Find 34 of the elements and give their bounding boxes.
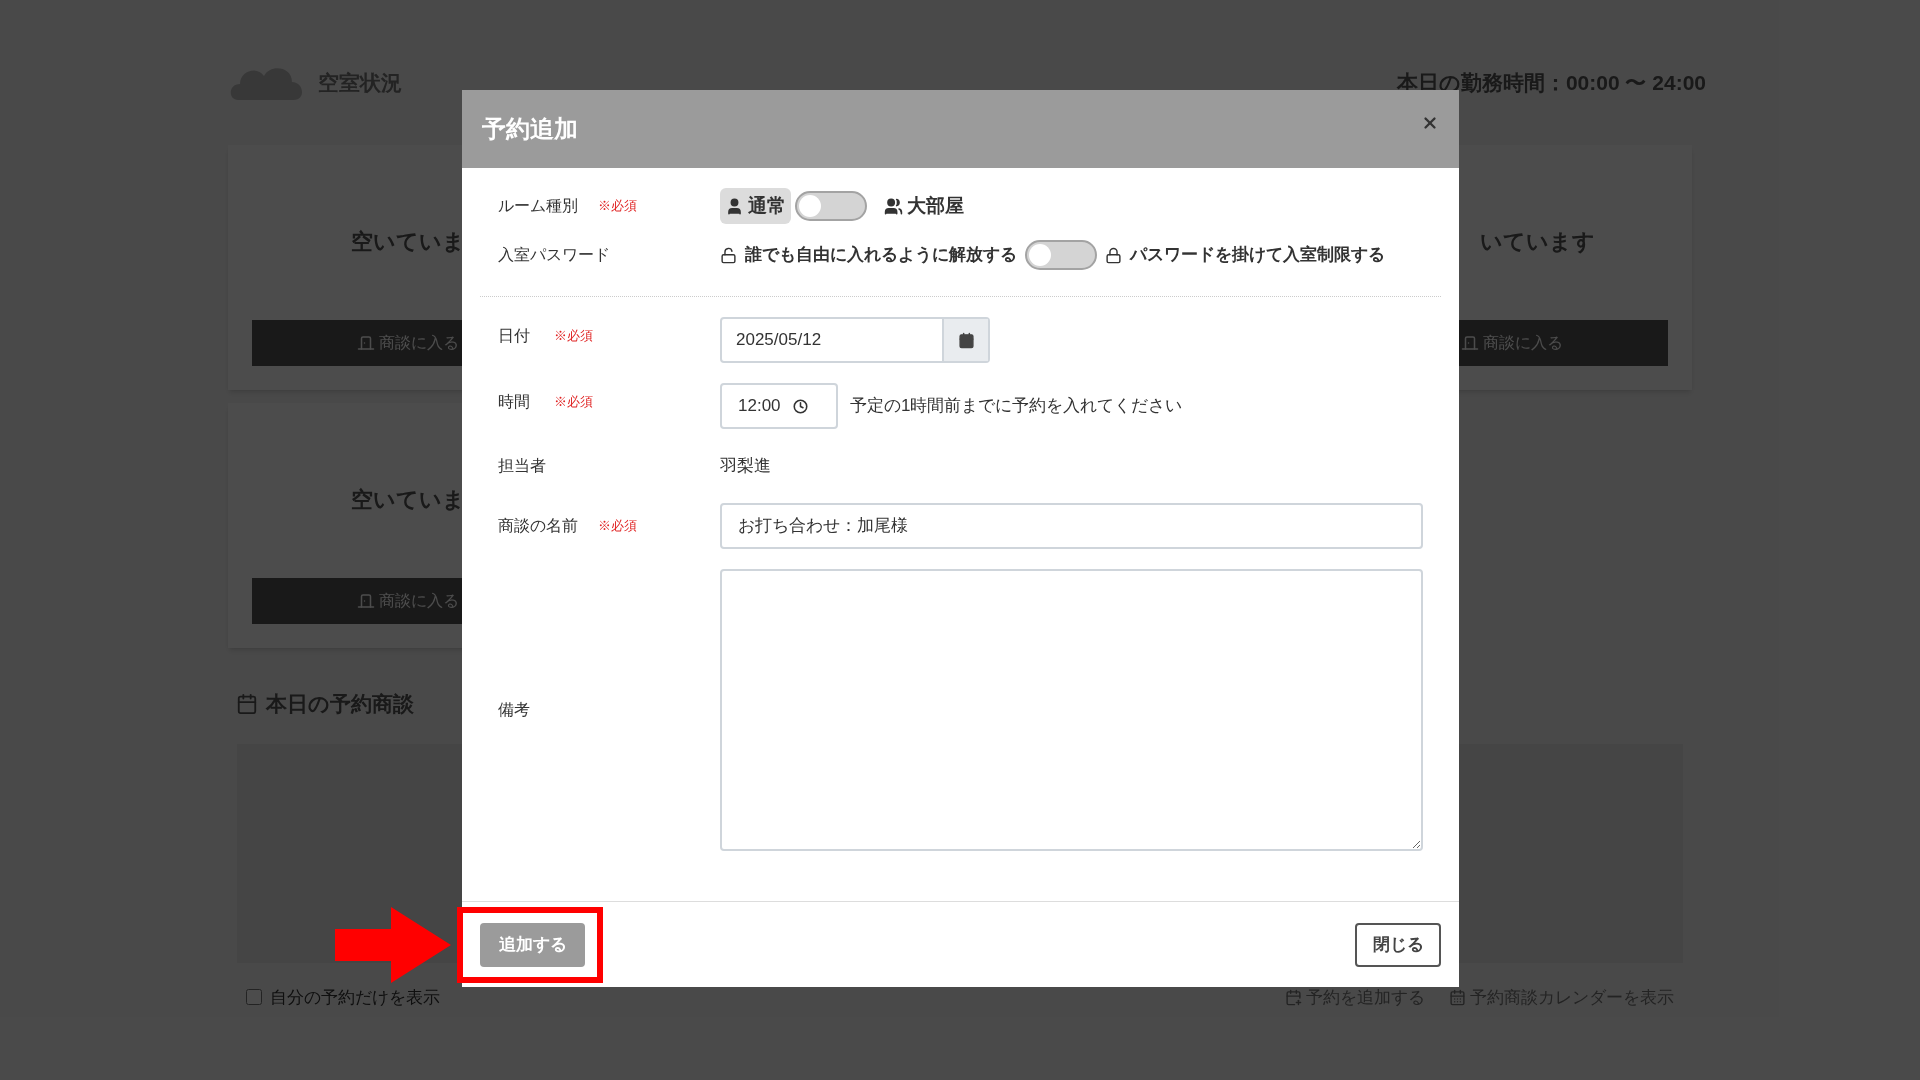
required-label: ※必須 bbox=[598, 517, 637, 536]
field-label: 時間 bbox=[498, 392, 530, 412]
field-label: 担当者 bbox=[498, 457, 546, 474]
person-name: 羽梨進 bbox=[720, 455, 771, 478]
field-label: 日付 bbox=[498, 326, 530, 346]
field-label: 商談の名前 bbox=[498, 516, 578, 536]
clock-icon bbox=[792, 398, 808, 414]
close-button[interactable]: 閉じる bbox=[1355, 922, 1441, 967]
calendar-button[interactable] bbox=[942, 319, 988, 361]
field-label: 入室パスワード bbox=[498, 246, 610, 263]
unlock-icon bbox=[720, 246, 737, 264]
notes-field[interactable] bbox=[720, 569, 1423, 851]
people-icon bbox=[884, 196, 903, 216]
restricted-access-label: パスワードを掛けて入室制限する bbox=[1130, 244, 1385, 267]
toggle-switch[interactable] bbox=[1025, 240, 1097, 270]
required-label: ※必須 bbox=[554, 393, 593, 412]
field-label: ルーム種別 bbox=[498, 196, 578, 216]
time-hint: 予定の1時間前までに予約を入れてください bbox=[850, 395, 1183, 418]
calendar-icon bbox=[957, 331, 975, 349]
room-type-option[interactable]: 大部屋 bbox=[879, 187, 969, 225]
open-access-label: 誰でも自由に入れるように解放する bbox=[745, 244, 1017, 267]
close-icon[interactable] bbox=[1421, 114, 1439, 132]
room-type-option[interactable]: 通常 bbox=[720, 187, 791, 225]
dialog-title: 予約追加 bbox=[482, 114, 578, 144]
field-label: 備考 bbox=[498, 701, 530, 718]
date-field[interactable]: 2025/05/12 bbox=[720, 317, 990, 363]
time-field[interactable]: 12:00 bbox=[720, 383, 838, 429]
checkbox-label: 自分の予約だけを表示 bbox=[270, 986, 440, 1009]
meeting-name-field[interactable]: お打ち合わせ：加尾様 bbox=[720, 503, 1423, 549]
required-label: ※必須 bbox=[598, 197, 637, 216]
toggle-switch[interactable] bbox=[795, 191, 867, 221]
person-icon bbox=[725, 196, 744, 216]
lock-icon bbox=[1105, 246, 1122, 264]
required-label: ※必須 bbox=[554, 327, 593, 346]
